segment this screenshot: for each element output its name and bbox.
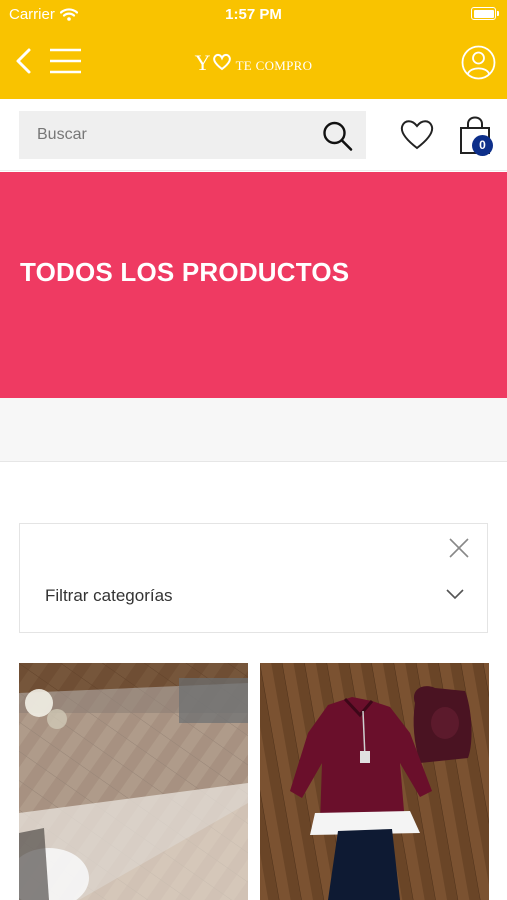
cart-count-badge: 0 <box>472 135 493 156</box>
logo-letter: Y <box>194 50 212 75</box>
product-card-image[interactable] <box>19 663 248 900</box>
product-photo-maroon-top-outfit <box>260 663 489 900</box>
product-card-image[interactable] <box>260 663 489 900</box>
wishlist-heart-icon[interactable] <box>398 116 436 152</box>
hero-banner: TODOS LOS PRODUCTOS <box>0 172 507 398</box>
filter-categories-label[interactable]: Filtrar categorías <box>45 586 173 606</box>
app-header: Carrier 1:57 PM Y TE COMPRO <box>0 0 507 99</box>
page-title: TODOS LOS PRODUCTOS <box>20 257 350 287</box>
battery-icon <box>471 7 499 20</box>
search-icon[interactable] <box>321 120 355 152</box>
logo-tagline: TE COMPRO <box>235 58 313 73</box>
search-input[interactable] <box>37 111 307 159</box>
brand-logo[interactable]: Y TE COMPRO <box>0 50 507 76</box>
close-icon[interactable] <box>448 537 470 559</box>
category-filter-card: Filtrar categorías <box>19 523 488 633</box>
product-photo-glass-table <box>19 663 248 900</box>
status-time: 1:57 PM <box>225 6 282 23</box>
heart-logo-icon <box>212 53 231 71</box>
section-divider <box>0 398 507 462</box>
status-bar: Carrier 1:57 PM <box>0 0 507 28</box>
chevron-down-icon[interactable] <box>445 587 465 601</box>
account-icon[interactable] <box>461 45 496 80</box>
search-box <box>19 111 366 159</box>
